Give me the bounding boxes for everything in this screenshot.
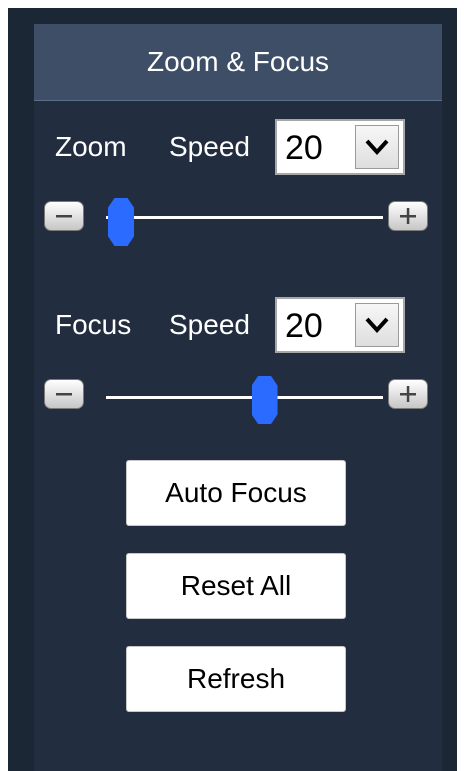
refresh-button[interactable]: Refresh	[126, 646, 346, 712]
panel-title: Zoom & Focus	[146, 46, 330, 77]
focus-slider-thumb[interactable]	[251, 376, 278, 424]
plus-icon	[400, 208, 416, 224]
zoom-decrease-button[interactable]	[44, 201, 84, 231]
chevron-down-icon	[355, 303, 399, 347]
focus-increase-button[interactable]	[388, 379, 428, 409]
focus-speed-label: Speed	[169, 309, 250, 340]
zoom-increase-button[interactable]	[388, 201, 428, 231]
focus-decrease-button[interactable]	[44, 379, 84, 409]
focus-label: Focus	[55, 309, 132, 340]
zoom-speed-label: Speed	[169, 131, 250, 162]
zoom-speed-select[interactable]: 20	[275, 119, 405, 175]
minus-icon	[56, 215, 72, 218]
focus-speed-select[interactable]: 20	[275, 297, 405, 353]
focus-speed-value: 20	[285, 307, 323, 345]
zoom-slider-track[interactable]	[106, 216, 383, 219]
zoom-label: Zoom	[55, 131, 127, 162]
auto-focus-button[interactable]: Auto Focus	[126, 460, 346, 526]
zoom-slider-thumb[interactable]	[108, 198, 134, 246]
panel-header: Zoom & Focus	[34, 24, 442, 101]
plus-icon	[400, 386, 416, 402]
zoom-speed-value: 20	[285, 129, 323, 167]
focus-slider-track[interactable]	[106, 396, 383, 399]
chevron-down-icon	[355, 125, 399, 169]
minus-icon	[56, 393, 72, 396]
reset-all-button[interactable]: Reset All	[126, 553, 346, 619]
